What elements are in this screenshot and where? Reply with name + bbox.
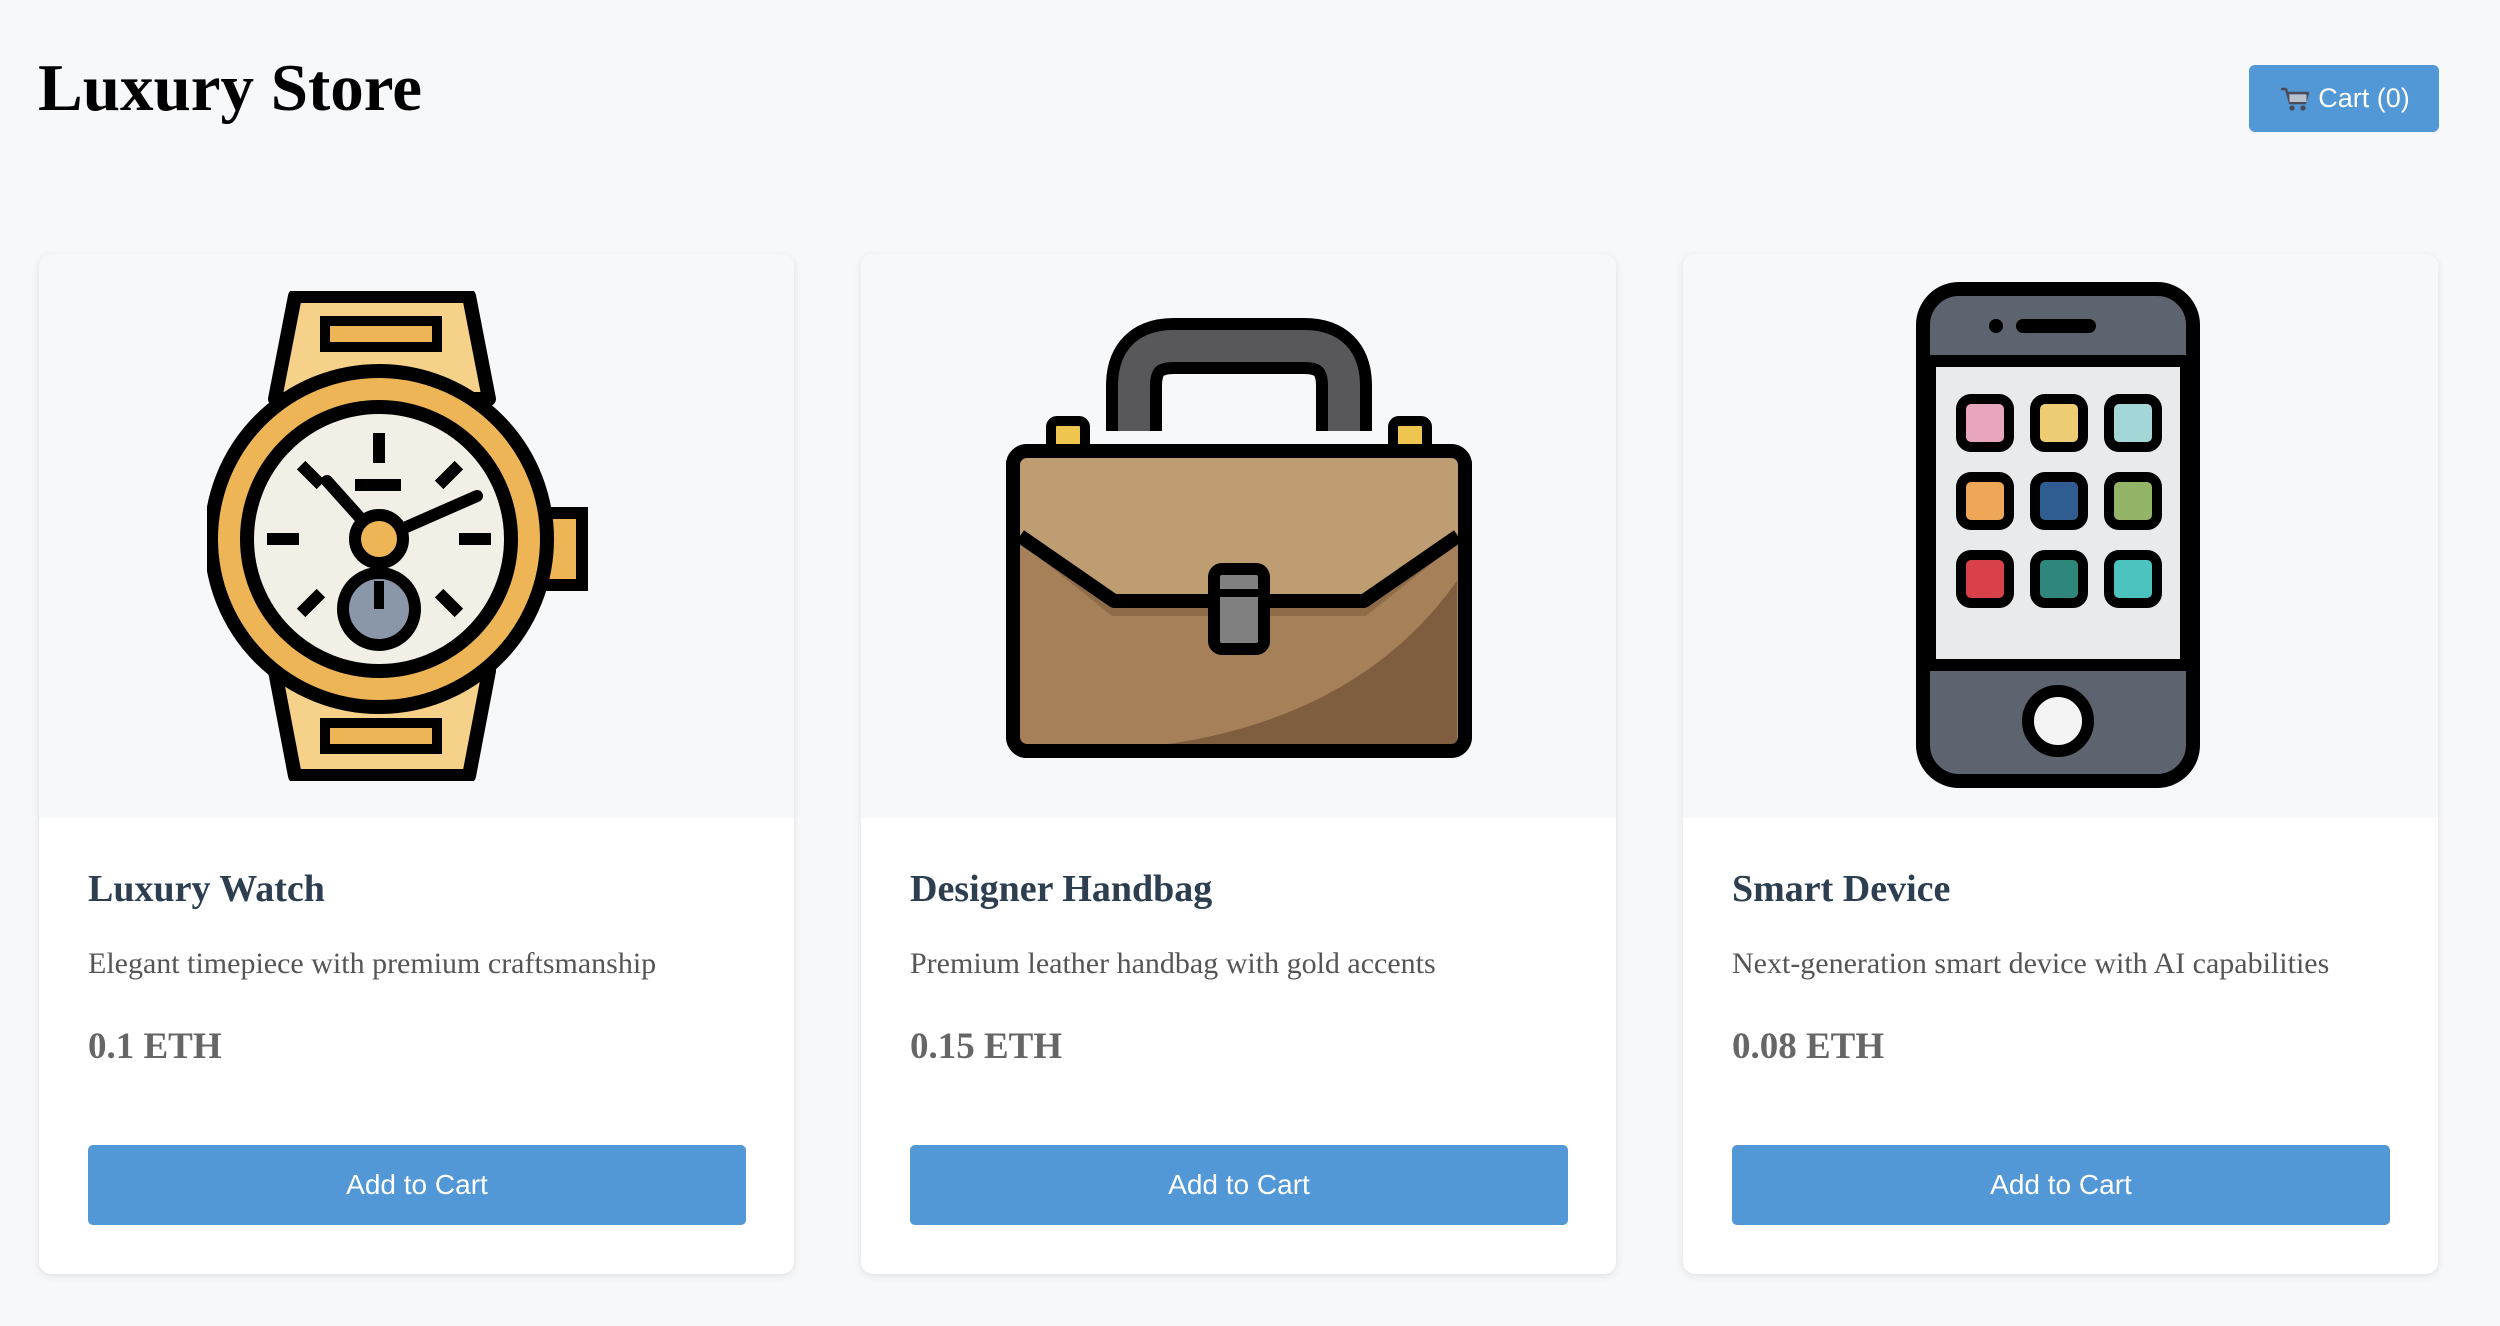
product-price: 0.1 ETH: [88, 1026, 222, 1067]
product-card-smart-device: Smart Device Next-generation smart devic…: [1683, 254, 2438, 1274]
watch-icon: [206, 291, 588, 781]
product-price: 0.15 ETH: [910, 1026, 1063, 1067]
product-image: [1683, 254, 2438, 818]
product-card-handbag: Designer Handbag Premium leather handbag…: [861, 254, 1616, 1274]
product-image: [861, 254, 1616, 818]
product-description: Premium leather handbag with gold accent…: [910, 947, 1436, 980]
briefcase-icon: [1005, 318, 1472, 758]
product-image: [39, 254, 794, 818]
cart-button[interactable]: Cart (0): [2249, 65, 2439, 132]
add-to-cart-button[interactable]: Add to Cart: [88, 1145, 746, 1225]
product-card-watch: Luxury Watch Elegant timepiece with prem…: [39, 254, 794, 1274]
cart-label: Cart (0): [2318, 83, 2410, 113]
add-to-cart-button[interactable]: Add to Cart: [1732, 1145, 2390, 1225]
product-description: Elegant timepiece with premium craftsman…: [88, 947, 657, 980]
page-title: Luxury Store: [38, 51, 423, 125]
product-price: 0.08 ETH: [1732, 1026, 1885, 1067]
add-to-cart-button[interactable]: Add to Cart: [910, 1145, 1568, 1225]
smartphone-icon: [1915, 282, 2200, 788]
product-name: Luxury Watch: [88, 868, 325, 910]
product-description: Next-generation smart device with AI cap…: [1732, 947, 2330, 980]
product-name: Designer Handbag: [910, 868, 1213, 910]
product-name: Smart Device: [1732, 868, 1951, 910]
shopping-cart-icon: [2278, 84, 2312, 114]
